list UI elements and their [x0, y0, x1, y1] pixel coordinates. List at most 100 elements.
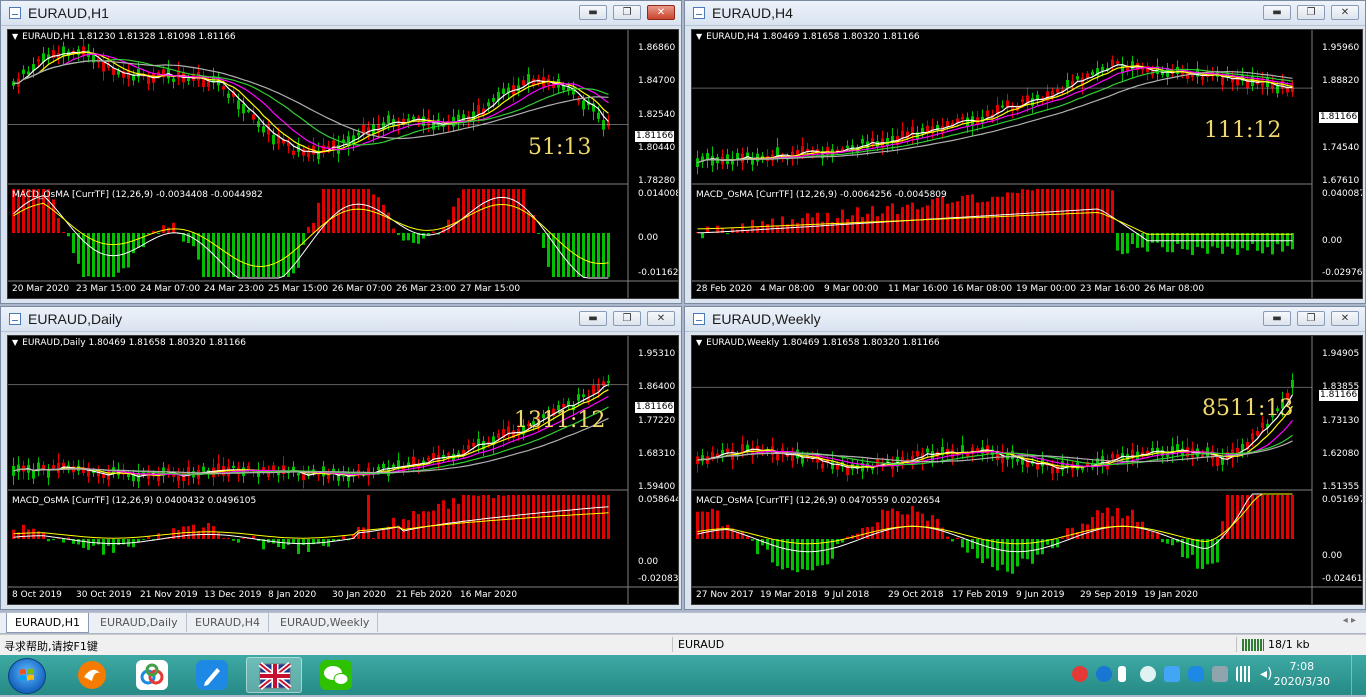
- ma-line-green: [697, 68, 1293, 164]
- chart-area[interactable]: ▼ EURAUD,Daily 1.80469 1.81658 1.80320 1.…: [7, 335, 679, 605]
- close-button[interactable]: ✕: [1331, 5, 1359, 20]
- taskbar-app-fox[interactable]: [64, 657, 120, 693]
- osma-bar: [1226, 233, 1229, 247]
- tab-euraud-daily[interactable]: EURAUD,Daily: [92, 613, 187, 632]
- osma-bar: [257, 233, 260, 277]
- osma-bar: [557, 495, 560, 539]
- osma-bar: [482, 189, 485, 233]
- tab-euraud-weekly[interactable]: EURAUD,Weekly: [272, 613, 379, 632]
- close-button[interactable]: ✕: [647, 5, 675, 20]
- osma-bar: [427, 511, 430, 539]
- osma-bar: [137, 233, 140, 248]
- osma-bar: [207, 522, 210, 539]
- chart-window-h1[interactable]: EURAUD,H1 ▬ ❐ ✕ ▼ EURAUD,H1 1.81230 1.813…: [0, 0, 682, 304]
- price-label: 1.67610: [1322, 176, 1360, 186]
- chart-window-weekly[interactable]: EURAUD,Weekly ▬ ❐ ✕ ▼ EURAUD,Weekly 1.804…: [684, 306, 1366, 610]
- taskbar-app-wechat[interactable]: [308, 657, 364, 693]
- system-clock[interactable]: 7:08 2020/3/30: [1274, 659, 1330, 689]
- taskbar-app-metatrader[interactable]: [246, 657, 302, 693]
- osma-bar: [147, 233, 150, 235]
- status-bar: 寻求帮助,请按F1键 EURAUD 18/1 kb: [0, 634, 1366, 655]
- time-label: 24 Mar 07:00: [140, 284, 201, 294]
- price-candle: [776, 454, 779, 461]
- title-bar[interactable]: EURAUD,Weekly ▬ ❐ ✕: [685, 307, 1365, 332]
- bar-countdown: 51:13: [528, 135, 592, 160]
- chart-area[interactable]: ▼ EURAUD,Weekly 1.80469 1.81658 1.80320 1…: [691, 335, 1363, 605]
- close-button[interactable]: ✕: [1331, 311, 1359, 326]
- tab-euraud-h1[interactable]: EURAUD,H1: [6, 613, 90, 633]
- status-divider: [672, 637, 673, 652]
- minimize-button[interactable]: ▬: [579, 5, 607, 20]
- sogou-input-icon[interactable]: [1072, 666, 1088, 682]
- taskbar-app-cloud[interactable]: [124, 657, 180, 693]
- time-label: 21 Nov 2019: [140, 590, 198, 600]
- osma-bar: [102, 539, 105, 555]
- tab-scroll-arrows[interactable]: ◂ ▸: [1343, 615, 1356, 626]
- osma-bar: [891, 508, 894, 539]
- osma-bar: [277, 539, 280, 548]
- time-label: 28 Feb 2020: [696, 284, 753, 294]
- osma-bar: [1171, 539, 1174, 546]
- price-candle: [247, 109, 250, 112]
- osma-bar: [881, 509, 884, 539]
- time-label: 30 Oct 2019: [76, 590, 132, 600]
- feather-tray-icon[interactable]: [1164, 666, 1180, 682]
- osma-bar: [372, 538, 375, 539]
- tab-euraud-h4[interactable]: EURAUD,H4: [187, 613, 270, 632]
- minimize-button[interactable]: ▬: [579, 311, 607, 326]
- device-tray-icon[interactable]: [1212, 666, 1228, 682]
- minimize-button[interactable]: ▬: [1263, 311, 1291, 326]
- osma-bar: [716, 510, 719, 539]
- signal-strength-icon[interactable]: [1236, 666, 1252, 682]
- osma-bar: [417, 233, 420, 244]
- osma-bar: [1206, 233, 1209, 254]
- chart-info: ▼ EURAUD,Weekly 1.80469 1.81658 1.80320 1…: [696, 338, 940, 348]
- osma-bar: [1276, 495, 1279, 539]
- start-button[interactable]: [8, 658, 46, 694]
- price-candle: [801, 457, 804, 464]
- wechat-tray-icon[interactable]: [1140, 666, 1156, 682]
- price-candle: [57, 462, 60, 473]
- price-label: 1.84700: [638, 76, 676, 86]
- price-candle: [701, 455, 704, 462]
- restore-button[interactable]: ❐: [1297, 311, 1325, 326]
- osma-bar: [502, 495, 505, 539]
- chart-window-h4[interactable]: EURAUD,H4 ▬ ❐ ✕ ▼ EURAUD,H4 1.80469 1.816…: [684, 0, 1366, 304]
- price-candle: [292, 150, 295, 156]
- security-shield-icon[interactable]: [1188, 666, 1204, 682]
- osma-bar: [1126, 233, 1129, 254]
- osma-bar: [1041, 189, 1044, 233]
- osma-bar: [876, 216, 879, 233]
- close-button[interactable]: ✕: [647, 311, 675, 326]
- taskbar-app-notes[interactable]: [184, 657, 240, 693]
- time-label: 27 Mar 15:00: [460, 284, 521, 294]
- osma-bar: [1026, 539, 1029, 560]
- chart-window-daily[interactable]: EURAUD,Daily ▬ ❐ ✕ ▼ EURAUD,Daily 1.80469…: [0, 306, 682, 610]
- osma-bar: [741, 223, 744, 233]
- osma-bar: [117, 539, 120, 546]
- price-candle: [32, 470, 35, 479]
- title-bar[interactable]: EURAUD,H4 ▬ ❐ ✕: [685, 1, 1365, 26]
- title-bar[interactable]: EURAUD,Daily ▬ ❐ ✕: [1, 307, 681, 332]
- help-tray-icon[interactable]: [1096, 666, 1112, 682]
- osma-bar: [507, 189, 510, 233]
- time-label: 23 Mar 15:00: [76, 284, 137, 294]
- restore-button[interactable]: ❐: [1297, 5, 1325, 20]
- osma-bar: [462, 189, 465, 233]
- chart-area[interactable]: ▼ EURAUD,H4 1.80469 1.81658 1.80320 1.811…: [691, 29, 1363, 299]
- show-desktop-button[interactable]: [1351, 655, 1366, 695]
- price-candle: [1276, 85, 1279, 94]
- network-tray-icon[interactable]: [1118, 666, 1126, 682]
- chart-info: ▼ EURAUD,H4 1.80469 1.81658 1.80320 1.811…: [696, 32, 920, 42]
- osma-bar: [217, 233, 220, 277]
- price-candle: [387, 115, 390, 124]
- price-candle: [232, 465, 235, 469]
- price-candle: [172, 78, 175, 82]
- restore-button[interactable]: ❐: [613, 5, 641, 20]
- title-bar[interactable]: EURAUD,H1 ▬ ❐ ✕: [1, 1, 681, 26]
- restore-button[interactable]: ❐: [613, 311, 641, 326]
- cloud-drive-icon: [136, 660, 168, 690]
- chart-area[interactable]: ▼ EURAUD,H1 1.81230 1.81328 1.81098 1.811…: [7, 29, 679, 299]
- time-label: 16 Mar 08:00: [952, 284, 1013, 294]
- minimize-button[interactable]: ▬: [1263, 5, 1291, 20]
